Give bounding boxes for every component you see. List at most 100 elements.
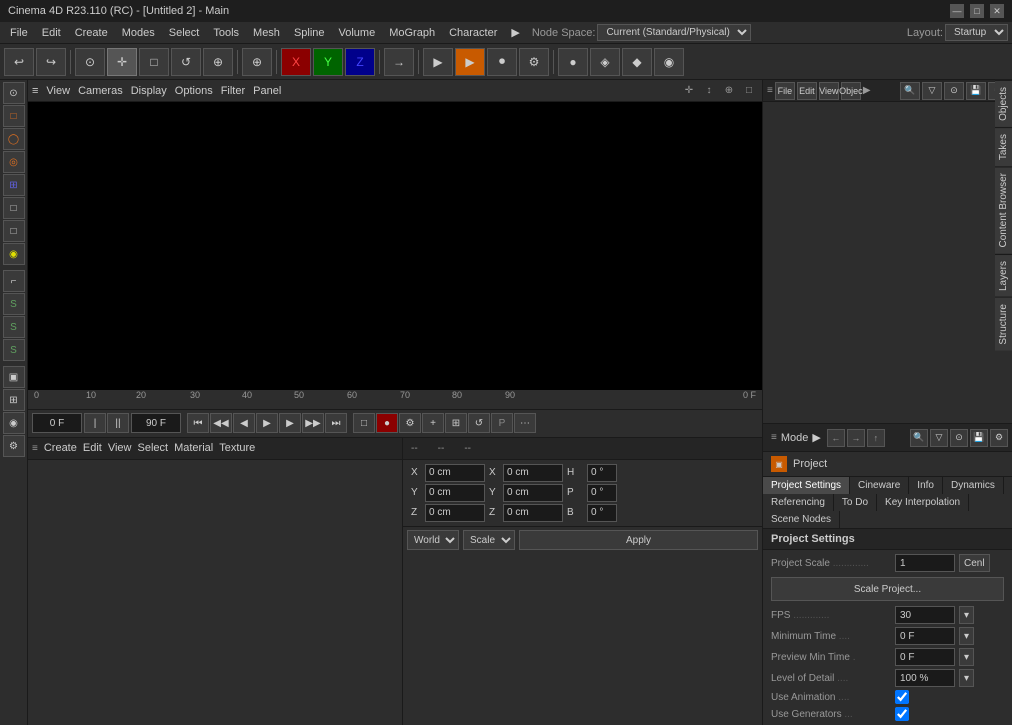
obj-select[interactable]: Select: [138, 442, 169, 454]
coord-x-size[interactable]: [503, 464, 563, 482]
coord-p-rot[interactable]: [587, 484, 617, 502]
tc-next-frame[interactable]: ▶: [279, 413, 301, 433]
rt-filter[interactable]: ▽: [922, 82, 942, 100]
tc-settings[interactable]: ⚙: [399, 413, 421, 433]
end-frame-field[interactable]: [131, 413, 181, 433]
menu-create[interactable]: Create: [69, 25, 114, 41]
tc-expand[interactable]: |: [84, 413, 106, 433]
attr-tab-project-settings[interactable]: Project Settings: [763, 477, 850, 494]
side-label-layers[interactable]: Layers: [995, 254, 1012, 297]
menu-select[interactable]: Select: [163, 25, 206, 41]
vt-view[interactable]: View: [46, 85, 70, 97]
attr-use-anim-checkbox[interactable]: [895, 690, 909, 704]
coord-y-pos[interactable]: [425, 484, 485, 502]
render-active[interactable]: ▶: [455, 48, 485, 76]
sb-light[interactable]: ◉: [3, 243, 25, 265]
sb-gear[interactable]: ⚙: [3, 435, 25, 457]
menu-mograph[interactable]: MoGraph: [383, 25, 441, 41]
vt-display[interactable]: Display: [131, 85, 167, 97]
attr-nav-up[interactable]: ↑: [867, 429, 885, 447]
coord-world-select[interactable]: World: [407, 530, 459, 550]
tc-extra[interactable]: ⋯: [514, 413, 536, 433]
sb-spline[interactable]: ◯: [3, 128, 25, 150]
rt-edit[interactable]: Edit: [797, 82, 817, 100]
tc-shrink[interactable]: ||: [107, 413, 129, 433]
render-to-po[interactable]: ⏺: [487, 48, 517, 76]
attr-tab-todo[interactable]: To Do: [834, 494, 877, 511]
coord-x-pos[interactable]: [425, 464, 485, 482]
tool-move[interactable]: ✛: [107, 48, 137, 76]
rt-view[interactable]: View: [819, 82, 839, 100]
redo-button[interactable]: ↪: [36, 48, 66, 76]
attr-use-gen-checkbox[interactable]: [895, 707, 909, 721]
attr-fps-input[interactable]: [895, 606, 955, 624]
menu-file[interactable]: File: [4, 25, 34, 41]
sb-cube[interactable]: □: [3, 105, 25, 127]
attr-tab-cineware[interactable]: Cineware: [850, 477, 909, 494]
vt-hamburger[interactable]: ≡: [32, 85, 38, 97]
side-label-content-browser[interactable]: Content Browser: [995, 166, 1012, 253]
vt-expand-icon[interactable]: □: [740, 82, 758, 100]
sb-grid[interactable]: ⊞: [3, 389, 25, 411]
layout-select[interactable]: Startup: [945, 24, 1008, 41]
attr-save[interactable]: 💾: [970, 429, 988, 447]
side-label-objects[interactable]: Objects: [995, 80, 1012, 127]
attr-lod-stepper[interactable]: ▾: [959, 669, 974, 687]
menu-character[interactable]: Character: [443, 25, 503, 41]
coord-b-rot[interactable]: [587, 504, 617, 522]
minimize-button[interactable]: —: [950, 4, 964, 18]
view-perspective[interactable]: ●: [558, 48, 588, 76]
tc-add-key[interactable]: +: [422, 413, 444, 433]
attr-tab-key-interp[interactable]: Key Interpolation: [877, 494, 969, 511]
tc-record[interactable]: ●: [376, 413, 398, 433]
maximize-button[interactable]: □: [970, 4, 984, 18]
obj-texture[interactable]: Texture: [219, 442, 255, 454]
attr-fps-stepper[interactable]: ▾: [959, 606, 974, 624]
vt-cameras[interactable]: Cameras: [78, 85, 123, 97]
obj-view[interactable]: View: [108, 442, 132, 454]
attr-mode-arrow[interactable]: ▶: [812, 431, 820, 444]
rt-search[interactable]: 🔍: [900, 82, 920, 100]
vt-rotate-icon[interactable]: ↕: [700, 82, 718, 100]
sb-s2[interactable]: S: [3, 316, 25, 338]
attr-project-scale-input[interactable]: [895, 554, 955, 572]
sb-pointer[interactable]: ⊙: [3, 82, 25, 104]
sb-camera[interactable]: □: [3, 220, 25, 242]
tc-play[interactable]: ▶: [256, 413, 278, 433]
attr-min-time-stepper[interactable]: ▾: [959, 627, 974, 645]
menu-modes[interactable]: Modes: [116, 25, 161, 41]
render-settings[interactable]: ⚙: [519, 48, 549, 76]
axis-z-button[interactable]: Z: [345, 48, 375, 76]
sb-s[interactable]: S: [3, 293, 25, 315]
sb-deformer[interactable]: ⊞: [3, 174, 25, 196]
tool-arrow[interactable]: →: [384, 48, 414, 76]
tc-motion[interactable]: P: [491, 413, 513, 433]
tc-record-pos[interactable]: □: [353, 413, 375, 433]
coord-z-size[interactable]: [503, 504, 563, 522]
tool-rotate[interactable]: ↺: [171, 48, 201, 76]
tool-scale[interactable]: □: [139, 48, 169, 76]
coord-y-size[interactable]: [503, 484, 563, 502]
side-label-takes[interactable]: Takes: [995, 127, 1012, 166]
sb-record[interactable]: ◉: [3, 412, 25, 434]
menu-mesh[interactable]: Mesh: [247, 25, 286, 41]
sb-object[interactable]: □: [3, 197, 25, 219]
attr-pin[interactable]: ⊙: [950, 429, 968, 447]
tc-go-end[interactable]: ⏭: [325, 413, 347, 433]
axis-x-button[interactable]: X: [281, 48, 311, 76]
obj-create[interactable]: Create: [44, 442, 77, 454]
sb-floor[interactable]: ▣: [3, 366, 25, 388]
attr-nav-fwd[interactable]: →: [847, 429, 865, 447]
rt-save[interactable]: 💾: [966, 82, 986, 100]
attr-tab-dynamics[interactable]: Dynamics: [943, 477, 1004, 494]
vt-filter[interactable]: Filter: [221, 85, 245, 97]
menu-tools[interactable]: Tools: [207, 25, 245, 41]
attr-lod-input[interactable]: [895, 669, 955, 687]
attr-filter[interactable]: ▽: [930, 429, 948, 447]
attr-tab-scene-nodes[interactable]: Scene Nodes: [763, 511, 840, 528]
node-space-select[interactable]: Current (Standard/Physical): [597, 24, 751, 41]
vt-panel[interactable]: Panel: [253, 85, 281, 97]
axis-y-button[interactable]: Y: [313, 48, 343, 76]
obj-material[interactable]: Material: [174, 442, 213, 454]
attr-settings[interactable]: ⚙: [990, 429, 1008, 447]
